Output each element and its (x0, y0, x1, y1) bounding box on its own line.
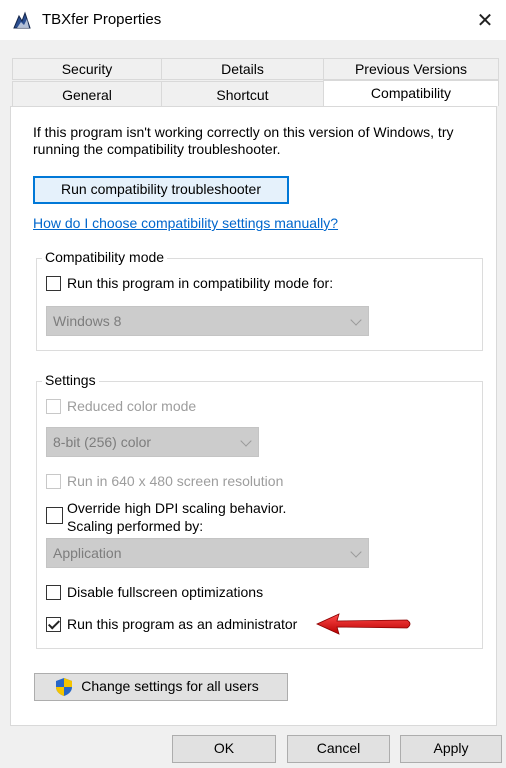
settings-legend: Settings (42, 372, 99, 388)
compat-os-value: Windows 8 (53, 313, 122, 329)
compatibility-mode-legend: Compatibility mode (42, 249, 168, 265)
tab-shortcut[interactable]: Shortcut (161, 81, 324, 107)
compat-mode-checkbox[interactable] (46, 276, 61, 291)
tab-details[interactable]: Details (161, 58, 324, 80)
reduced-color-label: Reduced color mode (67, 398, 197, 414)
disable-fullscreen-label: Disable fullscreen optimizations (67, 584, 264, 600)
run-as-admin-label: Run this program as an administrator (67, 616, 298, 632)
color-depth-select[interactable]: 8-bit (256) color (46, 427, 259, 457)
intro-text: If this program isn't working correctly … (33, 124, 454, 157)
change-settings-label: Change settings for all users (81, 678, 259, 694)
override-dpi-label-1: Override high DPI scaling behavior. (67, 500, 287, 516)
compat-os-select[interactable]: Windows 8 (46, 306, 369, 336)
window-title: TBXfer Properties (42, 11, 162, 28)
apply-button[interactable]: Apply (400, 735, 502, 763)
disable-fullscreen-checkbox[interactable] (46, 585, 61, 600)
compatibility-mode-group (36, 258, 483, 351)
override-dpi-label-2: Scaling performed by: (67, 518, 204, 534)
close-icon[interactable]: ✕ (470, 6, 500, 36)
uac-shield-icon (56, 678, 72, 696)
res-640-label: Run in 640 x 480 screen resolution (67, 473, 284, 489)
chevron-down-icon (350, 314, 362, 326)
manual-settings-link[interactable]: How do I choose compatibility settings m… (33, 215, 338, 231)
color-depth-value: 8-bit (256) color (53, 434, 152, 450)
reduced-color-checkbox[interactable] (46, 399, 61, 414)
tab-previous-versions[interactable]: Previous Versions (323, 58, 499, 80)
dpi-scaling-select[interactable]: Application (46, 538, 369, 568)
dpi-scaling-value: Application (53, 545, 122, 561)
compat-mode-label: Run this program in compatibility mode f… (67, 275, 334, 291)
override-dpi-checkbox[interactable] (46, 507, 63, 524)
run-troubleshooter-button[interactable]: Run compatibility troubleshooter (33, 176, 289, 204)
app-properties-icon (13, 11, 31, 29)
ok-button[interactable]: OK (172, 735, 276, 763)
run-as-admin-checkbox[interactable] (46, 617, 61, 632)
tab-general[interactable]: General (12, 81, 162, 107)
chevron-down-icon (350, 546, 362, 558)
res-640-checkbox[interactable] (46, 474, 61, 489)
red-arrow-annotation (316, 613, 411, 635)
tab-compatibility[interactable]: Compatibility (323, 80, 499, 106)
chevron-down-icon (240, 435, 252, 447)
title-bar: TBXfer Properties ✕ (0, 0, 506, 40)
cancel-button[interactable]: Cancel (287, 735, 390, 763)
tab-security[interactable]: Security (12, 58, 162, 80)
